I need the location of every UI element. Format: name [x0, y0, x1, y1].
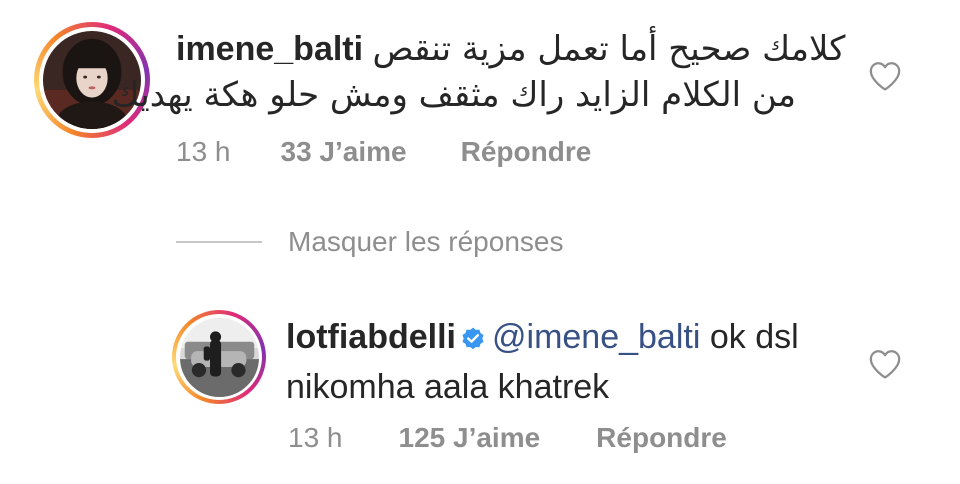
- comment-body-line-2: من الكلام الزايد راك مثقف ومش حلو هكة يه…: [111, 75, 796, 115]
- mention-link[interactable]: @imene_balti: [492, 318, 700, 356]
- comment-time: 13 h: [176, 136, 231, 167]
- comment-likes[interactable]: 33 J’aime: [281, 136, 407, 168]
- heart-outline-icon: [869, 62, 901, 91]
- divider-line: [176, 241, 262, 243]
- avatar-image: [179, 317, 259, 397]
- heart-outline-icon: [869, 350, 901, 379]
- reply-likes[interactable]: 125 J’aime: [399, 422, 541, 454]
- reply-avatar[interactable]: [172, 310, 266, 404]
- reply-meta: 13 h 125 J’aime Répondre: [288, 422, 727, 454]
- reply-username[interactable]: lotfiabdelli: [286, 318, 456, 356]
- reply-text: lotfiabdelli @imene_balti ok dsl nikomha …: [286, 314, 826, 410]
- comment-body-line-1: كلامك صحيح أما تعمل مزية تنقص: [372, 29, 846, 69]
- like-heart-icon[interactable]: [868, 60, 902, 97]
- hide-replies-label: Masquer les réponses: [288, 226, 564, 257]
- avatar-photo: [179, 317, 259, 397]
- verified-badge-icon: [460, 318, 486, 364]
- comment-line-1: imene_balti كلامك صحيح أما تعمل مزية تنق…: [176, 26, 845, 72]
- comment-meta: 13 h 33 J’aime Répondre: [176, 136, 591, 168]
- reply-button[interactable]: Répondre: [461, 136, 592, 168]
- verified-badge-svg: [462, 327, 484, 350]
- reply-time: 13 h: [288, 422, 343, 453]
- comment-text: imene_balti كلامك صحيح أما تعمل مزية تنق…: [111, 26, 846, 118]
- reply-button[interactable]: Répondre: [596, 422, 727, 454]
- avatar-ring-gap: [176, 314, 262, 400]
- comment-username[interactable]: imene_balti: [176, 30, 363, 68]
- like-heart-icon[interactable]: [868, 348, 902, 385]
- hide-replies-button[interactable]: Masquer les réponses: [176, 226, 563, 258]
